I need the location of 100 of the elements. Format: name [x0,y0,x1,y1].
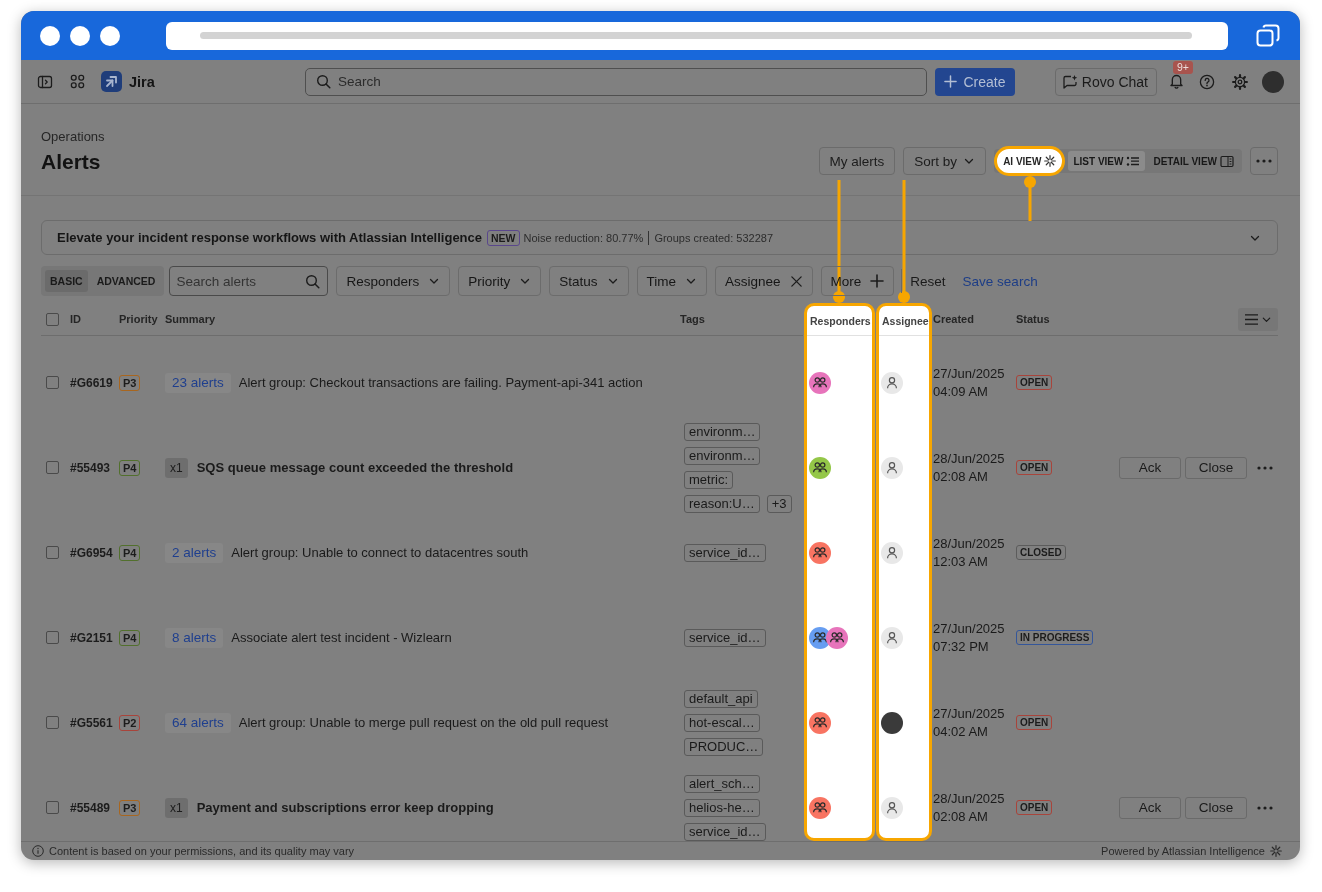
ellipsis-icon[interactable] [1257,805,1273,810]
row-checkbox[interactable] [46,801,59,814]
tag: alert_sch… [684,774,760,793]
search-box[interactable]: Search alerts [169,266,329,296]
page-title: Alerts [41,150,102,174]
settings-icon[interactable] [1232,73,1248,90]
chat-sparkle-icon [1061,73,1078,90]
plus-icon [870,274,885,288]
column-header: Summary [165,313,216,325]
filter-button[interactable]: Assignee [715,266,813,296]
priority-tag: P2 [119,714,141,731]
filter-button[interactable]: Time [636,266,707,296]
new-badge: NEW [487,229,520,246]
breadcrumb[interactable]: Operations [41,129,105,145]
mode-tab[interactable]: BASIC [45,270,88,292]
alert-count-link[interactable]: 2 alerts [165,542,224,563]
split-panel-icon [1220,154,1234,168]
plus-icon [944,75,958,88]
product-name[interactable]: Jira [129,73,155,90]
help-icon[interactable] [1199,73,1215,90]
status-lozenge: CLOSED [1016,545,1066,560]
avatar-placeholder[interactable] [1262,70,1284,93]
alert-count-link[interactable]: 23 alerts [165,372,231,393]
save-search-link[interactable]: Save search [962,273,1038,289]
address-bar[interactable] [166,21,1228,50]
menu-icon [1244,312,1259,326]
column-header: Created [933,313,974,325]
header-button[interactable]: My alerts [818,147,896,175]
bell-icon[interactable] [1169,74,1183,89]
status-lozenge: OPEN [1016,375,1053,390]
window-control[interactable] [100,25,120,46]
window-control[interactable] [70,25,90,46]
window-control[interactable] [40,25,60,46]
ellipsis-icon [1256,159,1272,163]
tag: reason:U… [684,494,760,513]
dropdown-button[interactable]: Sort by [903,147,987,175]
mode-tab[interactable]: ADVANCED [91,270,161,292]
tag: metric: [684,470,733,489]
row-checkbox[interactable] [46,376,59,389]
search-field[interactable]: Search [338,72,916,91]
callout-connector [1023,176,1036,221]
alert-id: #G6954 [70,545,113,560]
tag: service_id… [684,822,766,841]
column-header: Assignee [882,314,929,327]
search-box[interactable]: Search [305,67,927,96]
column-settings-button[interactable] [1238,307,1278,331]
chat-button[interactable]: Rovo Chat [1054,67,1157,96]
view-tab[interactable]: LIST VIEW [1068,151,1146,171]
more-tags[interactable]: +3 [766,494,792,513]
alert-count-link[interactable]: 64 alerts [165,712,231,733]
footer-credit: Powered by Atlassian Intelligence [1101,845,1265,857]
create-button[interactable]: Create [935,67,1015,96]
tag: helios-he… [684,798,760,817]
row-action-button[interactable]: Close [1185,456,1247,479]
tag: PRODUC… [684,737,764,756]
search-field[interactable]: Search alerts [176,272,302,290]
ellipsis-icon[interactable] [1257,465,1273,470]
status-lozenge: OPEN [1016,715,1053,730]
alert-id: #55489 [70,800,111,815]
priority-tag: P4 [119,629,141,646]
created-date: 27/Jun/2025 04:09 AM [933,364,1006,401]
tag: environm… [684,422,761,441]
banner-title: Elevate your incident response workflows with Atlassian Intelligence [57,230,483,245]
row-action-button[interactable]: Ack [1119,456,1181,479]
column-header: Tags [680,313,705,325]
alert-summary: Alert group: Unable to merge pull request on the old pull request [238,715,609,730]
column-header: Priority [119,313,158,325]
column-header: ID [70,313,81,325]
filter-button[interactable]: Status [549,266,629,296]
row-action-button[interactable]: Ack [1119,796,1181,819]
banner-stat: Noise reduction: 80.77% [523,230,644,245]
filter-button[interactable]: Responders [336,266,451,296]
row-action-button[interactable]: Close [1185,796,1247,819]
row-checkbox[interactable] [46,461,59,474]
tag: default_api [684,689,758,708]
close-icon [789,274,803,288]
priority-tag: P4 [119,544,141,561]
row-checkbox[interactable] [46,631,59,644]
search-icon [316,74,331,89]
column-header: Responders [810,314,871,327]
view-tab[interactable]: DETAIL VIEW [1148,151,1239,171]
alert-summary: Payment and subscriptions error keep dropping [196,800,494,815]
select-all-checkbox[interactable] [46,312,59,326]
alert-id: #G2151 [70,630,113,645]
search-icon [305,273,321,289]
alert-count-link[interactable]: 8 alerts [165,627,224,648]
app-logo-icon[interactable] [101,71,122,92]
sparkle-icon [1270,845,1282,857]
row-checkbox[interactable] [46,716,59,729]
app-grid-icon[interactable] [70,74,85,89]
row-checkbox[interactable] [46,546,59,559]
info-icon [32,845,44,857]
filter-button[interactable]: Priority [458,266,542,296]
column-header: Status [1016,313,1050,325]
view-tab[interactable]: AI VIEW [994,146,1066,176]
sidebar-toggle-icon[interactable] [37,73,53,90]
copy-icon[interactable] [1256,24,1280,47]
occurrence-count: x1 [165,457,188,478]
created-date: 27/Jun/2025 07:32 PM [933,619,1006,656]
reset-button[interactable]: Reset [910,273,946,289]
